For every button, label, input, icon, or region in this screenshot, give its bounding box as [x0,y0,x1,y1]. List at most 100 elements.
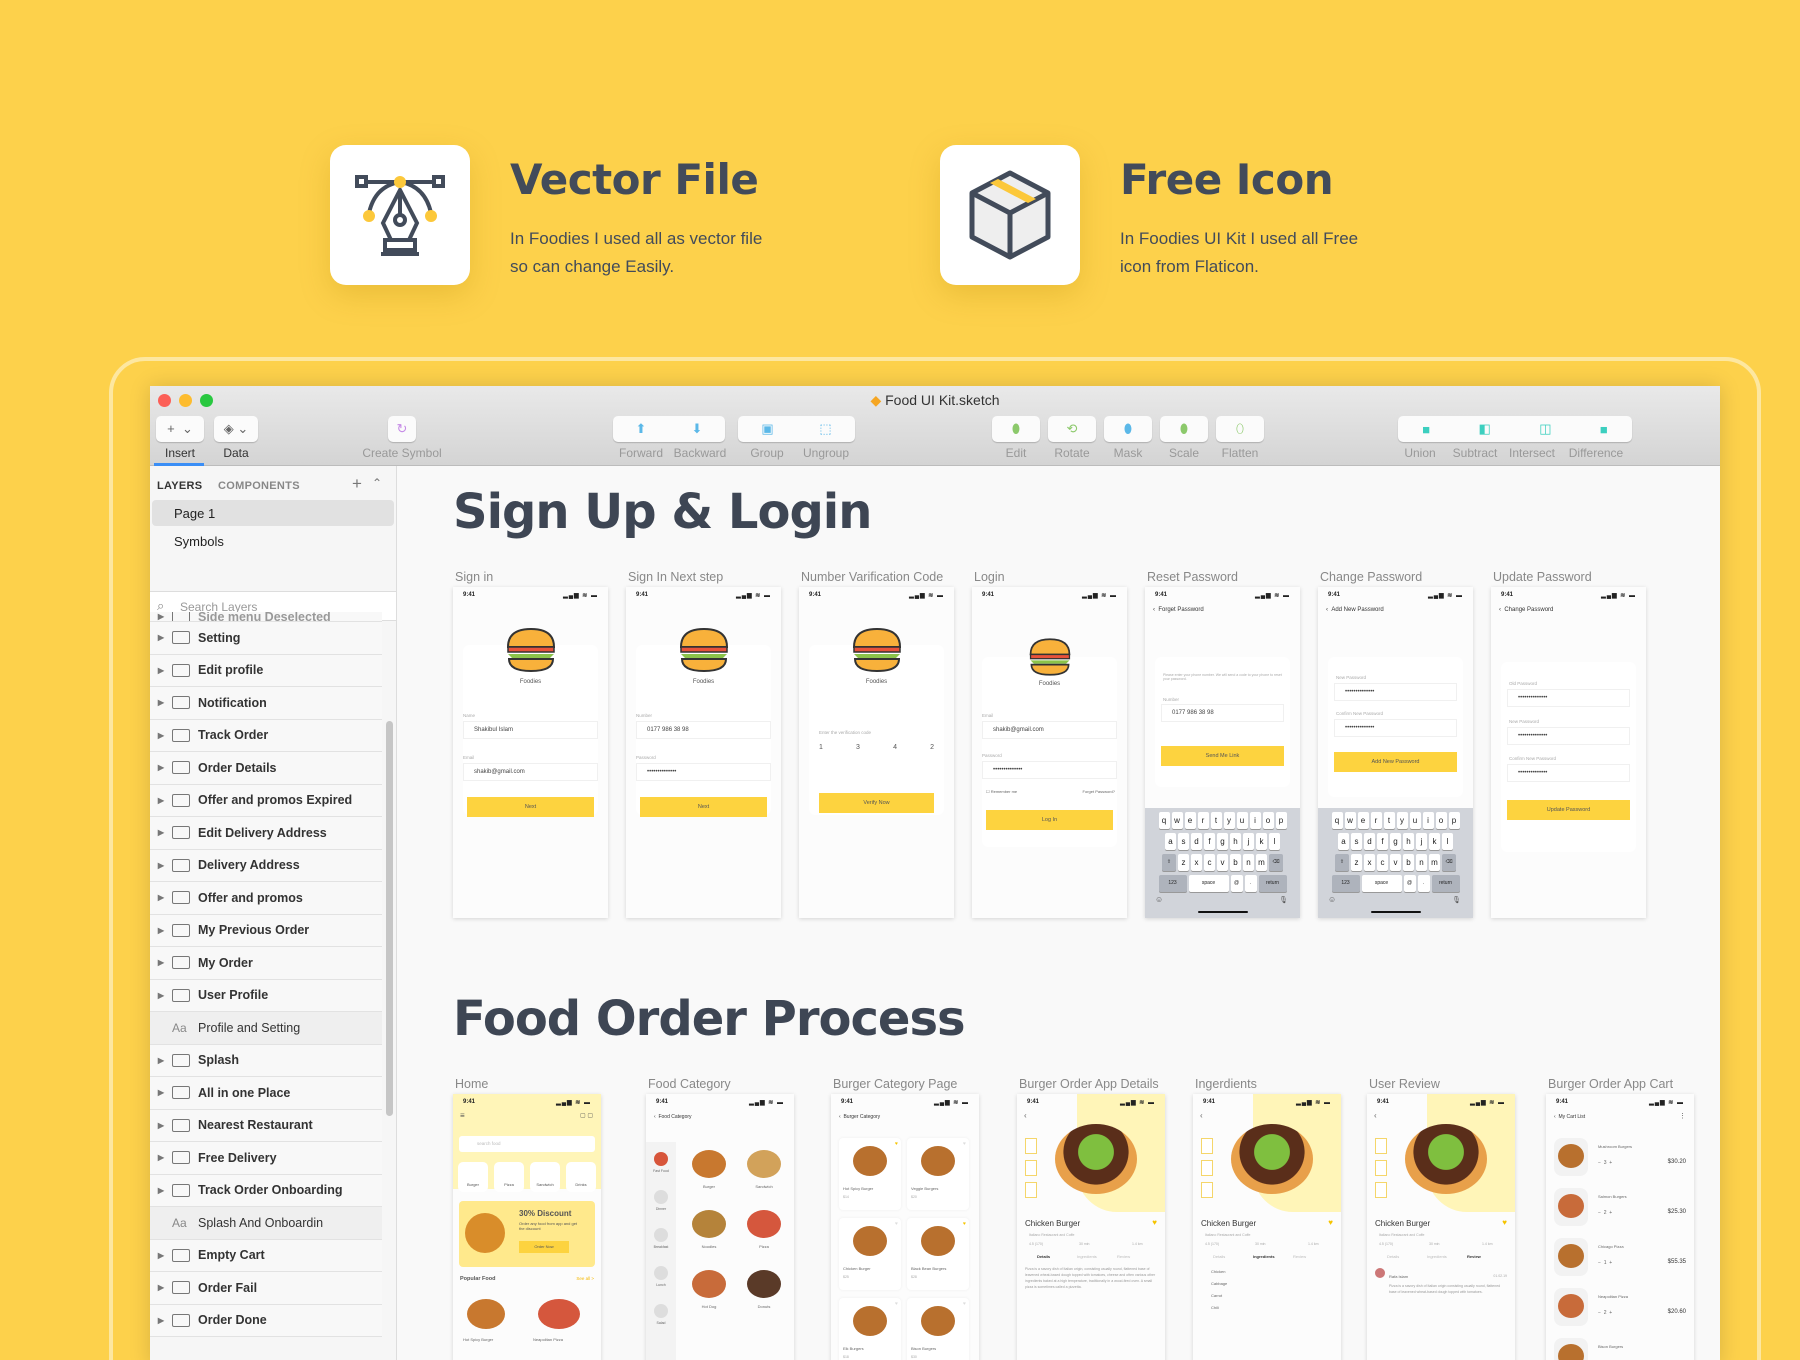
burger-card[interactable]: Bison Burgers $30 ♥ [907,1298,969,1360]
number-field[interactable]: 0177 986 38 98 [636,721,771,739]
key[interactable]: o [1262,812,1274,829]
next-button[interactable]: Next [640,797,767,817]
flatten-button[interactable]: ⬯ [1216,416,1264,442]
disclosure-triangle-icon[interactable]: ▶ [150,1316,172,1325]
code-digit[interactable]: 4 [893,744,897,751]
key[interactable]: p [1448,812,1460,829]
tab-review[interactable]: Review [1467,1254,1481,1259]
key[interactable]: n [1243,854,1254,871]
artboard-sign-in[interactable]: 9:41 ▂▄▆ ≋ ▬ Foodies Name Shakibul Islam … [453,587,608,918]
layer-row[interactable]: ▶ Notification [150,687,382,720]
heart-icon[interactable]: ♥ [1328,1218,1333,1227]
layer-row[interactable]: ▶ Track Order [150,719,382,752]
see-all-link[interactable]: See all > [576,1276,594,1281]
tab-components[interactable]: COMPONENTS [218,480,300,492]
disclosure-triangle-icon[interactable]: ▶ [150,698,172,707]
code-digit[interactable]: 3 [856,744,860,751]
disclosure-triangle-icon[interactable]: ▶ [150,1153,172,1162]
edit-button[interactable]: ⬮ [992,416,1040,442]
key[interactable]: r [1370,812,1382,829]
burger-card[interactable]: Chicken Burger $25 ♥ [839,1218,901,1290]
thumbnail[interactable] [1375,1160,1387,1176]
heart-icon[interactable]: ♥ [895,1141,898,1147]
layer-row[interactable]: ▶ Order Done [150,1304,382,1337]
create-symbol-button[interactable]: ↻ [388,416,416,442]
dot-key[interactable]: . [1417,875,1430,892]
food-category-item[interactable]: Burger [684,1184,734,1189]
heart-icon[interactable]: ♥ [1152,1218,1157,1227]
disclosure-triangle-icon[interactable]: ▶ [150,861,172,870]
key[interactable]: u [1409,812,1421,829]
layer-row[interactable]: ▶ User Profile [150,979,382,1012]
artboard-review[interactable]: 9:41 ▂▄▆ ≋ ▬ ‹ Chicken Burger ♥ Italiano Rest… [1367,1094,1515,1360]
password-field[interactable]: •••••••••••••• [636,763,771,781]
layer-list-scrollbar[interactable] [386,721,393,1116]
promo-banner[interactable]: 30% Discount Order any food from app and… [459,1201,595,1267]
thumbnail[interactable] [1025,1182,1037,1198]
delete-key[interactable]: ⌫ [1442,854,1456,871]
key[interactable]: w [1171,812,1183,829]
insert-button[interactable]: + ⌄ [156,416,204,442]
key[interactable]: q [1331,812,1343,829]
intersect-icon[interactable]: ◫ [1539,421,1551,437]
layer-row[interactable]: Aa Profile and Setting [150,1012,382,1045]
tab-review[interactable]: Review [1117,1254,1130,1259]
food-category-item[interactable]: Hot Dog [684,1304,734,1309]
tab-ingredients[interactable]: Ingredients [1077,1254,1097,1259]
menu-icon[interactable]: ≡ [460,1111,465,1120]
key[interactable]: p [1275,812,1287,829]
burger-card[interactable]: Elk Burgers $18 ♥ [839,1298,901,1360]
union-icon[interactable]: ■ [1422,422,1430,437]
layer-row[interactable]: ▶ Side menu Deselected [150,612,382,622]
artboard-burger-category[interactable]: 9:41 ▂▄▆ ≋ ▬ ‹ Burger Category Hot Spicy … [831,1094,979,1360]
disclosure-triangle-icon[interactable]: ▶ [150,633,172,642]
layer-row[interactable]: ▶ Order Details [150,752,382,785]
thumbnail[interactable] [1201,1160,1213,1176]
space-key[interactable]: space [1361,875,1402,892]
key[interactable]: l [1442,833,1453,850]
page-item[interactable]: Symbols [152,528,394,554]
key[interactable]: v [1390,854,1401,871]
password-field[interactable]: •••••••••••••• [982,761,1117,779]
food-category-item[interactable]: Pizza [739,1244,789,1249]
heart-icon[interactable]: ♥ [1502,1218,1507,1227]
layer-row[interactable]: ▶ Splash [150,1044,382,1077]
artboard-change-password[interactable]: 9:41 ▂▄▆ ≋ ▬ ‹ Add New Password New Passw… [1318,587,1473,918]
ungroup-icon[interactable]: ⬚ [797,421,855,437]
key[interactable]: f [1204,833,1215,850]
code-inputs[interactable]: 1 3 4 2 [819,744,934,751]
heart-icon[interactable]: ♥ [895,1301,898,1307]
layer-row[interactable]: ▶ Offer and promos [150,882,382,915]
key[interactable]: j [1416,833,1427,850]
key[interactable]: s [1178,833,1189,850]
disclosure-triangle-icon[interactable]: ▶ [150,1186,172,1195]
add-page-icon[interactable]: + [352,474,362,494]
key[interactable]: g [1390,833,1401,850]
key[interactable]: z [1351,854,1362,871]
disclosure-triangle-icon[interactable]: ▶ [150,991,172,1000]
tab-ingredients[interactable]: Ingredients [1427,1254,1447,1259]
heart-icon[interactable]: ♥ [963,1141,966,1147]
subtract-icon[interactable]: ◧ [1478,421,1490,437]
key[interactable]: m [1429,854,1440,871]
key[interactable]: d [1191,833,1202,850]
microphone-icon[interactable]: 🎙 [1279,896,1288,904]
login-button[interactable]: Log In [986,810,1113,830]
emoji-icon[interactable]: ☺ [1155,895,1163,904]
side-category[interactable]: Salad [648,1321,674,1325]
key[interactable]: q [1158,812,1170,829]
delete-key[interactable]: ⌫ [1269,854,1283,871]
key[interactable]: k [1256,833,1267,850]
disclosure-triangle-icon[interactable]: ▶ [150,958,172,967]
update-password-button[interactable]: Update Password [1507,800,1630,820]
rotate-button[interactable]: ⟲ [1048,416,1096,442]
thumbnail[interactable] [1025,1138,1037,1154]
key[interactable]: t [1383,812,1395,829]
disclosure-triangle-icon[interactable]: ▶ [150,1121,172,1130]
burger-card[interactable]: Veggie Burgers $20 ♥ [907,1138,969,1210]
verify-button[interactable]: Verify Now [819,793,934,813]
heart-icon[interactable]: ♥ [963,1221,966,1227]
side-category[interactable]: Breakfast [648,1245,674,1249]
key[interactable]: i [1249,812,1261,829]
artboard-home[interactable]: 9:41 ▂▄▆ ≋ ▬ ≡ ▢ ▢ search food Burger Piz… [453,1094,601,1360]
